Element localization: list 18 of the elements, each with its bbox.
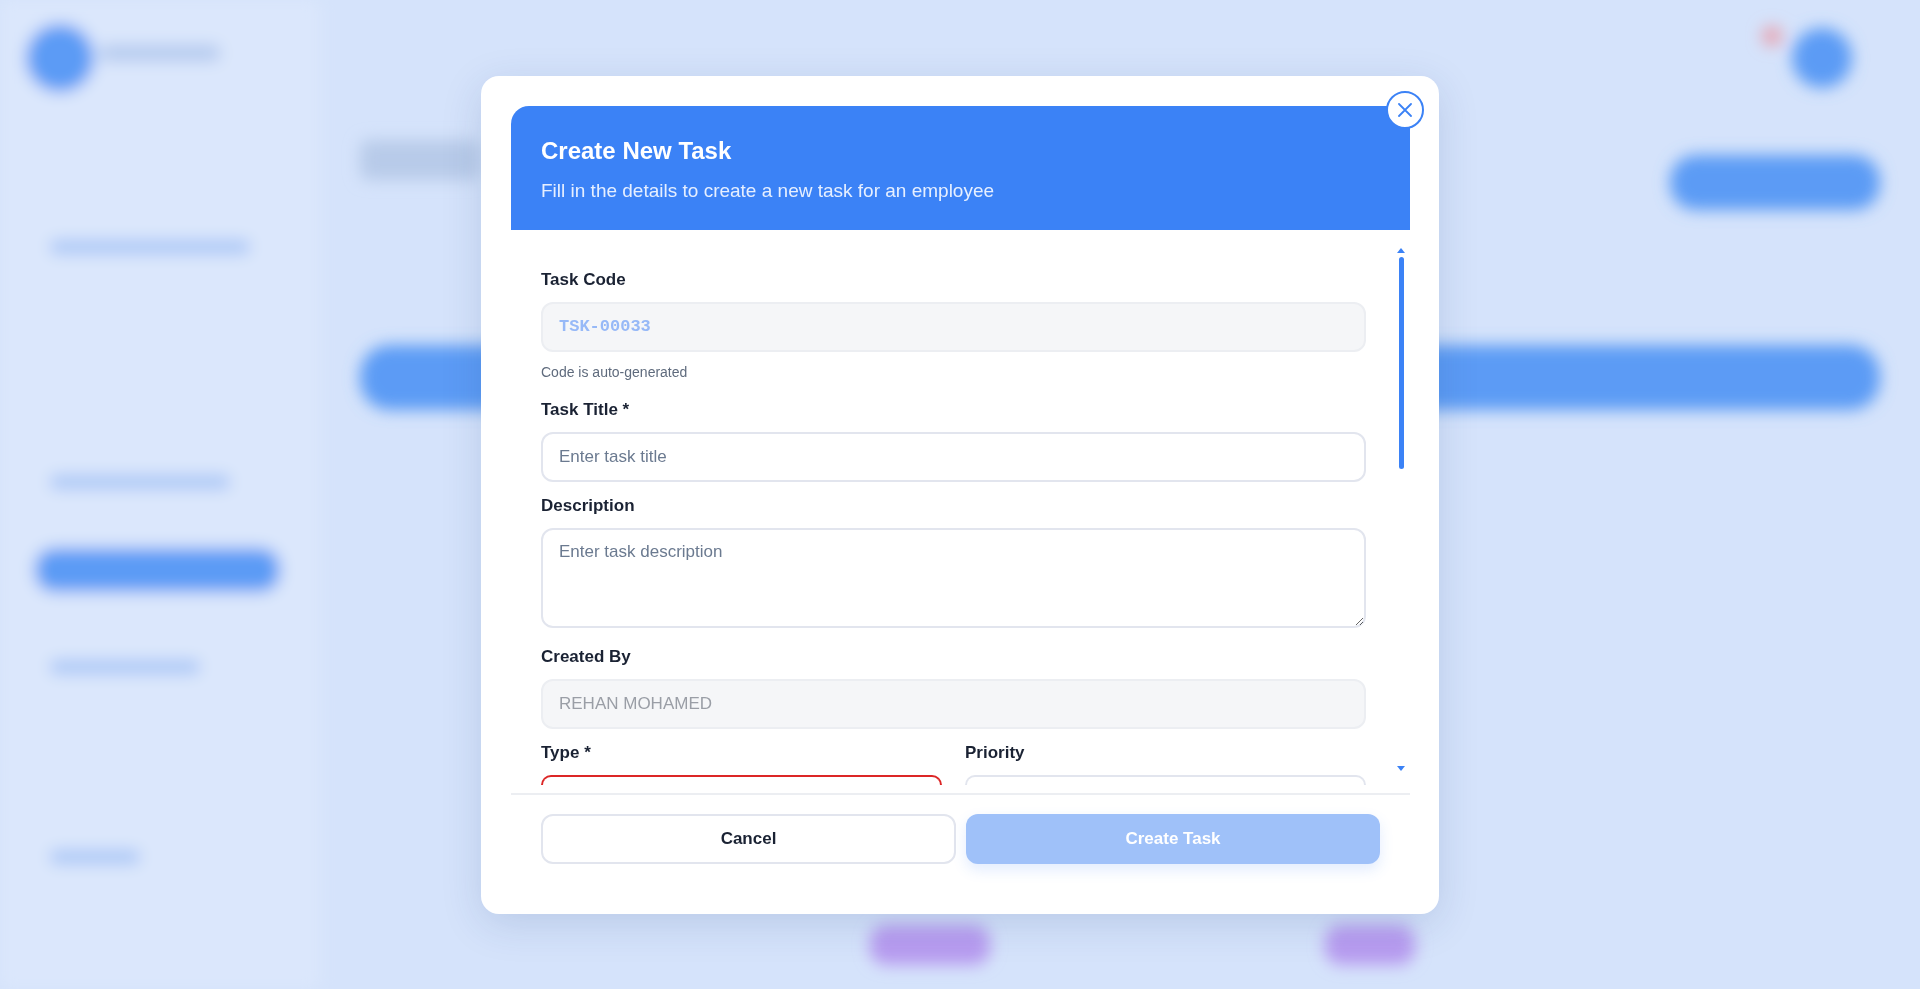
input-field[interactable]: Enter task title — [541, 431, 1366, 482]
close-icon — [1398, 103, 1412, 117]
text-area[interactable]: Enter task description — [541, 527, 1366, 628]
select-field[interactable] — [541, 774, 942, 785]
field-label: Task Code — [541, 268, 626, 291]
readonly-field[interactable]: TSK-00033 — [541, 301, 1366, 352]
cancel-button[interactable]: Cancel — [541, 814, 956, 864]
close-button[interactable] — [1386, 91, 1424, 129]
field-label: Priority — [965, 741, 1026, 764]
readonly-field[interactable]: REHAN MOHAMED — [541, 678, 1366, 729]
scroll-down-icon[interactable] — [1396, 764, 1406, 773]
dialog-subtitle: Fill in the details to create a new task for an employee — [541, 179, 996, 203]
field-label: Type * — [541, 741, 592, 764]
field-label: Task Title * — [541, 398, 630, 421]
field-label: Created By — [541, 645, 631, 668]
dialog-title: Create New Task — [541, 137, 733, 165]
field-label: Description — [541, 494, 635, 517]
field-hint: Code is auto-generated — [541, 362, 688, 381]
